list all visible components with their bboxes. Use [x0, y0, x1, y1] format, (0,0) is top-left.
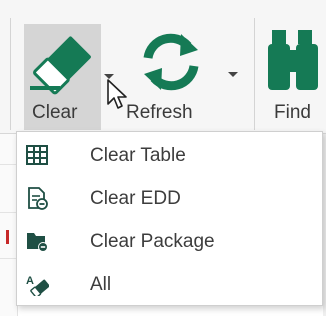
- refresh-icon: [143, 33, 199, 91]
- chevron-down-icon: [228, 72, 238, 77]
- mouse-cursor-icon: [107, 79, 127, 109]
- clear-all-icon: A: [26, 275, 49, 296]
- find-label: Find: [274, 102, 311, 123]
- eraser-icon: [30, 36, 91, 95]
- table-grid-icon: [26, 145, 48, 165]
- package-folder-icon: [27, 233, 48, 252]
- menu-item-clear-edd[interactable]: Clear EDD: [17, 177, 322, 220]
- clear-label: Clear: [32, 102, 78, 123]
- binoculars-icon: [268, 30, 318, 90]
- menu-item-label: Clear EDD: [90, 188, 181, 209]
- ribbon-toolbar: Clear Refresh Find: [0, 0, 326, 134]
- ribbon-separator: [254, 18, 255, 130]
- clear-dropdown-arrow[interactable]: [101, 24, 117, 130]
- ribbon-separator: [10, 18, 11, 130]
- refresh-dropdown-arrow[interactable]: [226, 24, 240, 130]
- find-button[interactable]: Find: [262, 24, 326, 130]
- menu-item-clear-all[interactable]: A All: [17, 263, 322, 306]
- clear-dropdown-menu: Clear Table Clear EDD Clear Package A Al…: [16, 131, 323, 306]
- menu-item-label: All: [90, 274, 112, 295]
- refresh-button[interactable]: Refresh: [120, 24, 220, 130]
- menu-item-label: Clear Table: [90, 145, 186, 166]
- clear-button[interactable]: Clear: [24, 24, 101, 130]
- svg-text:A: A: [26, 275, 34, 287]
- menu-item-clear-table[interactable]: Clear Table: [17, 134, 322, 177]
- edd-document-icon: [28, 187, 48, 210]
- grid-marker: [6, 230, 9, 244]
- menu-item-clear-package[interactable]: Clear Package: [17, 220, 322, 263]
- refresh-label: Refresh: [126, 102, 193, 123]
- menu-item-label: Clear Package: [90, 231, 215, 252]
